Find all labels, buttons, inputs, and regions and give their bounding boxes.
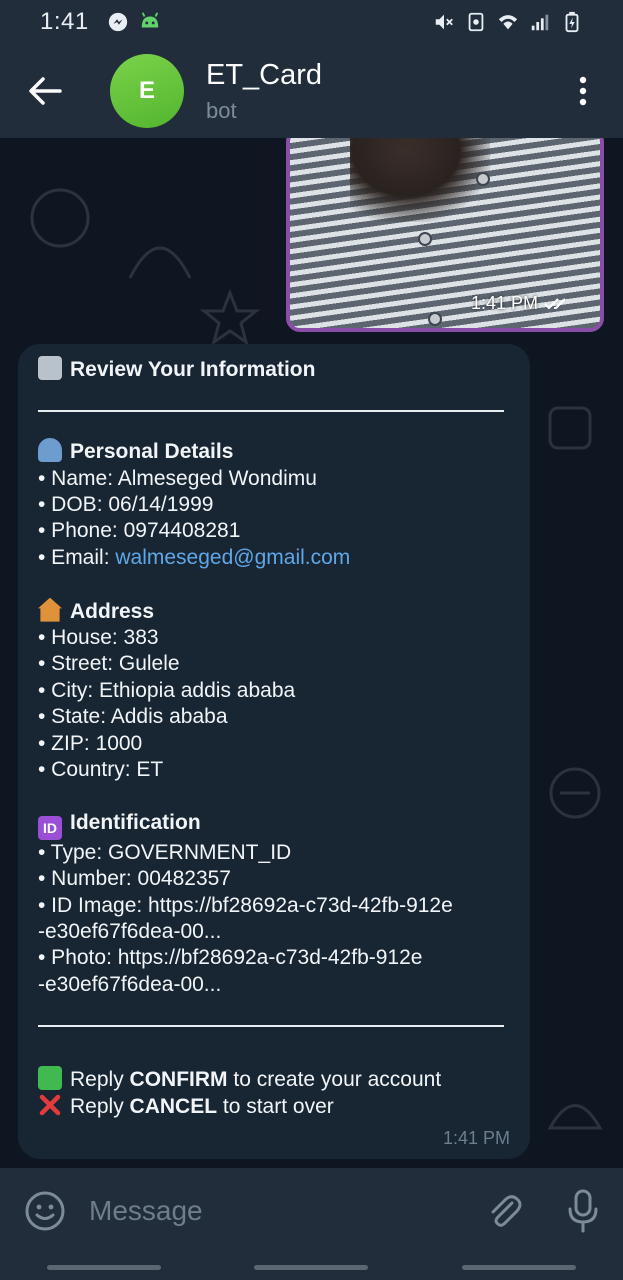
country-line: • Country: ET [38, 758, 164, 782]
chat-area[interactable]: 1:41 PM Review Your Information Personal… [0, 138, 623, 1168]
city-line: • City: Ethiopia addis ababa [38, 678, 296, 702]
sim-icon [468, 12, 484, 32]
photo-message-meta: 1:41 PM [471, 293, 570, 314]
photo-detail [418, 232, 432, 246]
doodle-pattern [549, 767, 601, 819]
back-button[interactable] [0, 44, 90, 138]
identification-heading: Identification [70, 810, 201, 834]
doodle-pattern [128, 246, 192, 279]
doodle-pattern [30, 188, 90, 248]
house-icon [38, 597, 62, 622]
home-gesture-handle[interactable] [254, 1264, 369, 1270]
id-image-line: • ID Image: https://bf28692a-c73d-42fb-9… [38, 893, 453, 917]
chat-title: ET_Card [206, 58, 323, 91]
address-heading-line: Address [38, 597, 510, 625]
clipboard-icon [38, 356, 62, 380]
microphone-icon [568, 1189, 598, 1233]
review-title: Review Your Information [70, 358, 316, 381]
wifi-icon [498, 15, 518, 30]
battery-icon [565, 11, 579, 33]
review-title-line: Review Your Information [38, 356, 510, 383]
confirm-line: Reply CONFIRM to create your account [38, 1066, 510, 1093]
emoji-button[interactable] [0, 1168, 89, 1254]
arrow-left-icon [29, 77, 62, 105]
type-line: • Type: GOVERNMENT_ID [38, 840, 292, 864]
dob-line: • DOB: 06/14/1999 [38, 493, 214, 516]
id-image-line-continued: -e30ef67f6dea-00... [38, 920, 222, 944]
doodle-pattern [547, 1104, 603, 1130]
doodle-pattern [548, 406, 592, 450]
back-gesture-handle[interactable] [462, 1264, 577, 1270]
photo-line-continued: -e30ef67f6dea-00... [38, 972, 222, 996]
messenger-icon [108, 12, 127, 32]
message-input[interactable] [89, 1181, 465, 1241]
kebab-menu-icon [579, 76, 587, 106]
paperclip-icon [491, 1195, 522, 1227]
doodle-pattern [200, 288, 260, 346]
check-mark-icon [38, 1066, 62, 1091]
android-face-icon [141, 12, 158, 28]
cancel-prefix: Reply [70, 1095, 130, 1119]
status-time: 1:41 [40, 8, 89, 35]
street-line: • Street: Gulele [38, 652, 180, 676]
photo-message-time: 1:41 PM [470, 293, 538, 313]
photo-line: • Photo: https://bf28692a-c73d-42fb-912e [38, 946, 423, 970]
review-message[interactable]: Review Your Information Personal Details… [18, 344, 530, 1159]
state-line: • State: Addis ababa [38, 705, 228, 729]
house-line: • House: 383 [38, 626, 159, 650]
message-composer [0, 1168, 623, 1254]
id-badge-icon: ID [38, 815, 62, 840]
confirm-prefix: Reply [70, 1068, 130, 1092]
phone-line[interactable]: • Phone: 0974408281 [38, 518, 510, 544]
number-line: • Number: 00482357 [38, 867, 231, 891]
name-line: • Name: Almeseged Wondimu [38, 466, 317, 490]
confirm-keyword: CONFIRM [129, 1068, 228, 1092]
voice-message-button[interactable] [544, 1168, 623, 1254]
email-line: • Email: walmeseged@gmail.com [38, 545, 510, 571]
more-options-button[interactable] [543, 44, 623, 138]
email-link[interactable]: walmeseged@gmail.com [115, 546, 350, 569]
status-bar: 1:41 [0, 0, 623, 44]
photo-content [350, 138, 490, 222]
cancel-suffix: to start over [217, 1095, 334, 1119]
zip-line: • ZIP: 1000 [38, 731, 143, 755]
double-check-icon [544, 297, 566, 309]
chat-info[interactable]: ET_Card bot [206, 59, 322, 124]
cancel-keyword: CANCEL [129, 1095, 218, 1119]
review-message-time: 1:41 PM [442, 1128, 510, 1148]
mute-icon [435, 14, 453, 30]
photo-detail [428, 312, 442, 326]
email-label: • Email: [38, 545, 116, 569]
attach-button[interactable] [465, 1168, 544, 1254]
address-heading: Address [70, 599, 155, 623]
confirm-suffix: to create your account [227, 1068, 442, 1092]
signal-icon [531, 14, 549, 31]
photo-detail [476, 172, 490, 186]
photo-message[interactable]: 1:41 PM [286, 138, 604, 332]
person-icon [38, 438, 62, 463]
cross-mark-icon [39, 1095, 61, 1116]
identification-heading-line: ID Identification [38, 810, 510, 840]
system-navigation-bar [0, 1254, 623, 1280]
personal-details-heading: Personal Details [70, 440, 234, 464]
chat-header: E ET_Card bot [0, 44, 623, 138]
smiley-icon [25, 1191, 64, 1231]
avatar[interactable]: E [110, 54, 184, 128]
recents-gesture-handle[interactable] [46, 1264, 161, 1270]
chat-subtitle: bot [206, 97, 237, 123]
personal-details-heading-line: Personal Details [38, 438, 510, 465]
cancel-line: Reply CANCEL to start over [38, 1093, 510, 1120]
